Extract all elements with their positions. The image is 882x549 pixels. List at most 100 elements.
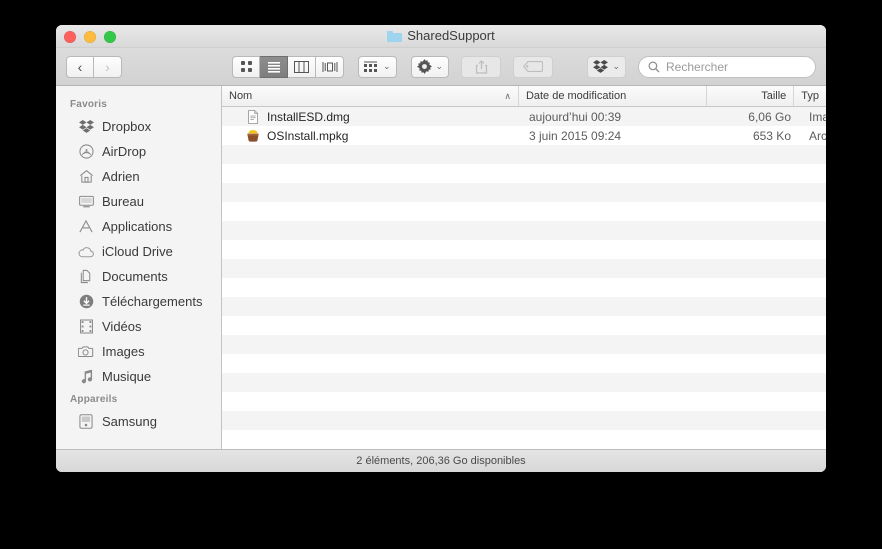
chevron-down-icon: ⌄: [383, 61, 391, 71]
sidebar: Favoris Dropbox AirDrop Adrien Bureau Ap…: [56, 86, 222, 449]
empty-row: [222, 278, 826, 297]
file-date-cell: aujourd’hui 00:39: [529, 109, 622, 124]
sidebar-item-airdrop[interactable]: AirDrop: [56, 139, 221, 164]
navigation-buttons: ‹ ›: [66, 55, 122, 78]
window-title-text: SharedSupport: [407, 28, 495, 43]
column-header-date[interactable]: Date de modification: [519, 86, 708, 106]
sidebar-item-label: Téléchargements: [102, 294, 203, 309]
coverflow-view-button[interactable]: [316, 55, 344, 78]
column-header-label: Taille: [761, 90, 787, 102]
empty-row: [222, 183, 826, 202]
sidebar-section-appareils-heading: Appareils: [70, 394, 118, 405]
search-placeholder: Rechercher: [666, 59, 729, 74]
finder-window: SharedSupport ‹ › ⌄ ⌄ ⌄ Rechercher Favor…: [56, 25, 826, 472]
file-name-cell: OSInstall.mpkg: [222, 129, 522, 143]
camera-icon: [78, 344, 94, 360]
column-header-taille[interactable]: Taille: [707, 86, 795, 106]
share-icon: [475, 59, 487, 74]
chevron-down-icon: ⌄: [435, 61, 444, 71]
chevron-down-icon: ⌄: [612, 61, 620, 71]
column-header-label: Nom: [229, 90, 253, 102]
sidebar-item-label: Bureau: [102, 194, 144, 209]
sidebar-item-icloud-drive[interactable]: iCloud Drive: [56, 239, 221, 264]
column-headers: Nom ∧ Date de modification Taille Typ: [222, 86, 826, 107]
empty-row: [222, 202, 826, 221]
empty-row: [222, 335, 826, 354]
desktop-icon: [78, 194, 94, 210]
arrange-button[interactable]: ⌄: [358, 55, 397, 78]
file-type-cell: Ima: [809, 109, 826, 124]
icon-view-button[interactable]: [232, 55, 260, 78]
sidebar-item-label: Vidéos: [102, 319, 142, 334]
sort-ascending-icon: ∧: [504, 90, 511, 101]
status-text: 2 éléments, 206,36 Go disponibles: [356, 455, 526, 467]
file-rows: InstallESD.dmg aujourd’hui 00:39 6,06 Go…: [222, 107, 826, 449]
home-icon: [78, 169, 94, 185]
list-view-button[interactable]: [260, 55, 288, 78]
view-mode-switcher: [232, 55, 344, 78]
applications-icon: [78, 219, 94, 235]
sidebar-item-dropbox[interactable]: Dropbox: [56, 114, 221, 139]
sidebar-item-applications[interactable]: Applications: [56, 214, 221, 239]
empty-row: [222, 221, 826, 240]
sidebar-item-label: Images: [102, 344, 145, 359]
sidebar-item-musique[interactable]: Musique: [56, 364, 221, 389]
file-size-cell: 6,06 Go: [748, 109, 791, 124]
table-row[interactable]: InstallESD.dmg aujourd’hui 00:39 6,06 Go…: [222, 107, 826, 126]
tag-button[interactable]: [513, 55, 554, 78]
empty-rows-area: [222, 145, 826, 449]
file-size-cell: 653 Ko: [752, 128, 791, 143]
dropbox-icon: [593, 60, 609, 73]
empty-row: [222, 164, 826, 183]
video-icon: [78, 319, 94, 335]
column-view-button[interactable]: [288, 55, 316, 78]
sidebar-item-telechargements[interactable]: Téléchargements: [56, 289, 221, 314]
column-header-type[interactable]: Typ: [794, 86, 826, 106]
share-button[interactable]: [461, 55, 502, 78]
harddisk-icon: [78, 414, 94, 430]
sidebar-item-label: Applications: [102, 219, 173, 234]
sidebar-item-documents[interactable]: Documents: [56, 264, 221, 289]
sidebar-item-label: iCloud Drive: [102, 244, 173, 259]
sidebar-item-bureau[interactable]: Bureau: [56, 189, 221, 214]
search-field[interactable]: Rechercher: [638, 55, 816, 78]
dropbox-button[interactable]: ⌄: [587, 55, 626, 78]
file-date-cell: 3 juin 2015 09:24: [529, 128, 622, 143]
chevron-left-icon: ‹: [77, 58, 83, 75]
empty-row: [222, 392, 826, 411]
status-bar: 2 éléments, 206,36 Go disponibles: [56, 449, 826, 472]
arrange-icon: [364, 61, 377, 72]
table-row[interactable]: OSInstall.mpkg 3 juin 2015 09:24 653 Ko …: [222, 126, 826, 145]
window-body: Favoris Dropbox AirDrop Adrien Bureau Ap…: [56, 86, 826, 449]
downloads-icon: [78, 294, 94, 310]
empty-row: [222, 259, 826, 278]
sidebar-item-label: Adrien: [102, 169, 140, 184]
folder-icon: [387, 30, 403, 42]
sidebar-item-samsung[interactable]: Samsung: [56, 409, 221, 434]
chevron-right-icon: ›: [105, 58, 110, 75]
column-header-label: Typ: [801, 90, 820, 102]
sidebar-item-adrien[interactable]: Adrien: [56, 164, 221, 189]
search-icon: [648, 61, 660, 73]
file-name-text: InstallESD.dmg: [267, 109, 350, 124]
sidebar-item-label: Samsung: [102, 414, 157, 429]
sidebar-item-label: Documents: [102, 269, 168, 284]
music-icon: [78, 369, 94, 385]
file-type-cell: Arc: [809, 128, 826, 143]
column-header-nom[interactable]: Nom ∧: [222, 86, 519, 106]
forward-button[interactable]: ›: [94, 55, 122, 78]
empty-row: [222, 354, 826, 373]
airdrop-icon: [78, 144, 94, 160]
action-button[interactable]: ⌄: [410, 55, 450, 78]
title-bar: SharedSupport: [56, 25, 826, 48]
sidebar-item-images[interactable]: Images: [56, 339, 221, 364]
sidebar-item-videos[interactable]: Vidéos: [56, 314, 221, 339]
toolbar: ‹ › ⌄ ⌄ ⌄ Rechercher: [56, 48, 826, 86]
file-name-text: OSInstall.mpkg: [267, 128, 349, 143]
back-button[interactable]: ‹: [66, 55, 94, 78]
dropbox-icon: [78, 119, 94, 135]
toolbar-right: ⌄ Rechercher: [573, 55, 816, 78]
sidebar-item-label: Musique: [102, 369, 152, 384]
package-icon: [247, 129, 259, 142]
empty-row: [222, 430, 826, 449]
